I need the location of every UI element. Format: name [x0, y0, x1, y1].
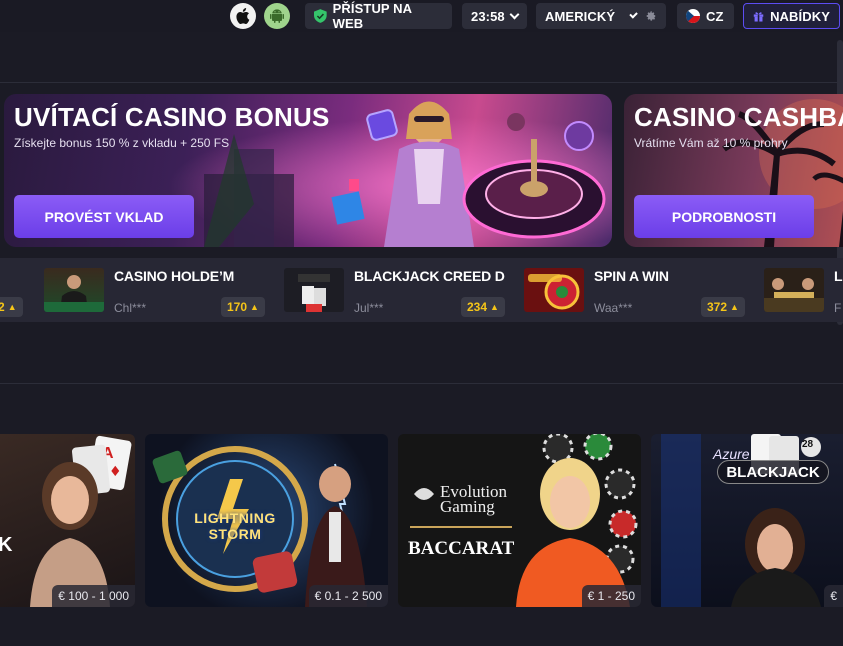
game-name: CASINO HOLDE’M: [114, 268, 235, 284]
win-item[interactable]: BLACKJACK CREED D Jul*** 234 ▲: [284, 258, 509, 322]
crown-icon: ▲: [730, 302, 739, 312]
android-icon: [270, 9, 284, 23]
win-amount: 372: [707, 300, 728, 314]
bet-limit: € 0.1 - 2 500: [308, 585, 388, 607]
section-divider: [0, 383, 843, 384]
live-game-tile[interactable]: Evolution Gaming BACCARAT € 1 - 250: [398, 434, 641, 607]
chevron-down-icon: [509, 9, 520, 19]
win-amount-badge: 372 ▲: [701, 297, 745, 317]
game-title: K: [0, 534, 13, 556]
time-dropdown[interactable]: 23:58: [462, 3, 527, 29]
top-bar: PŘÍSTUP NA WEB 23:58 AMERICKÝ CZ NABÍDKY: [0, 0, 843, 32]
win-amount: 170: [227, 300, 248, 314]
welcome-bonus-banner[interactable]: UVÍTACÍ CASINO BONUS Získejte bonus 150 …: [4, 94, 612, 247]
win-amount: 2: [0, 300, 5, 314]
deposit-button[interactable]: PROVÉST VKLAD: [14, 195, 194, 238]
game-thumbnail: [284, 268, 344, 312]
shield-icon: [314, 9, 327, 23]
game-thumbnail: [44, 268, 104, 312]
gear-icon[interactable]: [646, 8, 657, 24]
crown-icon: ▲: [7, 302, 17, 312]
svg-text:♦: ♦: [109, 464, 122, 480]
language-label: CZ: [706, 8, 724, 24]
web-access-label: PŘÍSTUP NA WEB: [332, 1, 412, 31]
game-title: LIGHTNING STORM: [194, 510, 276, 542]
username: Chl***: [114, 301, 147, 315]
game-title: BLACKJACK: [717, 460, 829, 484]
username: Jul***: [354, 301, 384, 315]
banner-subtitle: Získejte bonus 150 % z vkladu + 250 FS: [14, 136, 230, 150]
banner-subtitle: Vrátíme Vám až 10 % prohry: [634, 136, 788, 150]
provider-label: Evolution Gaming: [440, 482, 508, 516]
game-thumbnail: [764, 268, 824, 312]
win-amount-badge: 234 ▲: [461, 297, 505, 317]
banner-title: CASINO CASHBACK: [634, 102, 843, 132]
czech-flag-icon: [686, 9, 700, 23]
section-divider: [0, 82, 843, 83]
win-amount-badge: 2 ▲: [0, 297, 23, 317]
dealer-image: A ♦: [30, 435, 132, 607]
live-game-tile[interactable]: Azure 28 BLACKJACK €: [651, 434, 843, 607]
apple-app-button[interactable]: [230, 3, 256, 29]
gift-icon: [753, 12, 764, 22]
apple-icon: [236, 8, 250, 24]
seat-number: 28: [802, 439, 814, 450]
details-button[interactable]: PODROBNOSTI: [634, 195, 814, 238]
banner-title: UVÍTACÍ CASINO BONUS: [14, 102, 330, 132]
game-thumbnail: [524, 268, 584, 312]
game-name: SPIN A WIN: [594, 268, 669, 284]
bet-limit: € 100 - 1 000: [52, 585, 135, 607]
offers-button[interactable]: NABÍDKY: [743, 3, 840, 29]
username: Waa***: [594, 301, 633, 315]
crown-icon: ▲: [250, 302, 259, 312]
win-amount: 234: [467, 300, 488, 314]
odds-format-label: AMERICKÝ: [545, 8, 616, 24]
chevron-down-icon: [629, 9, 639, 19]
web-access-button[interactable]: PŘÍSTUP NA WEB: [305, 1, 452, 31]
win-item[interactable]: CASINO HOLDE’M Chl*** 170 ▲: [44, 258, 265, 322]
bet-limit: €: [824, 585, 843, 607]
game-name: L: [834, 268, 843, 284]
live-game-tile[interactable]: LIGHTNING STORM € 0.1 - 2 500: [145, 434, 388, 607]
bet-limit: € 1 - 250: [581, 585, 641, 607]
win-item[interactable]: L F: [764, 258, 843, 322]
win-item[interactable]: SPIN A WIN Waa*** 372 ▲: [524, 258, 749, 322]
offers-label: NABÍDKY: [770, 8, 830, 24]
win-amount-badge: 170 ▲: [221, 297, 265, 317]
live-game-tile[interactable]: A ♦ K € 100 - 1 000: [0, 434, 135, 607]
language-selector[interactable]: CZ: [677, 3, 734, 29]
recent-wins-strip: 2 ▲ CASINO HOLDE’M Chl*** 170 ▲ BLACKJAC…: [0, 258, 843, 322]
game-title: BACCARAT: [408, 538, 515, 559]
game-name: BLACKJACK CREED D: [354, 268, 505, 284]
clock-time: 23:58: [471, 8, 505, 24]
android-app-button[interactable]: [264, 3, 290, 29]
odds-format-dropdown[interactable]: AMERICKÝ: [536, 3, 666, 29]
baccarat-dealer-image: [410, 434, 638, 607]
username: F: [834, 301, 842, 315]
crown-icon: ▲: [490, 302, 499, 312]
cashback-banner[interactable]: CASINO CASHBACK Vrátíme Vám až 10 % proh…: [624, 94, 843, 247]
